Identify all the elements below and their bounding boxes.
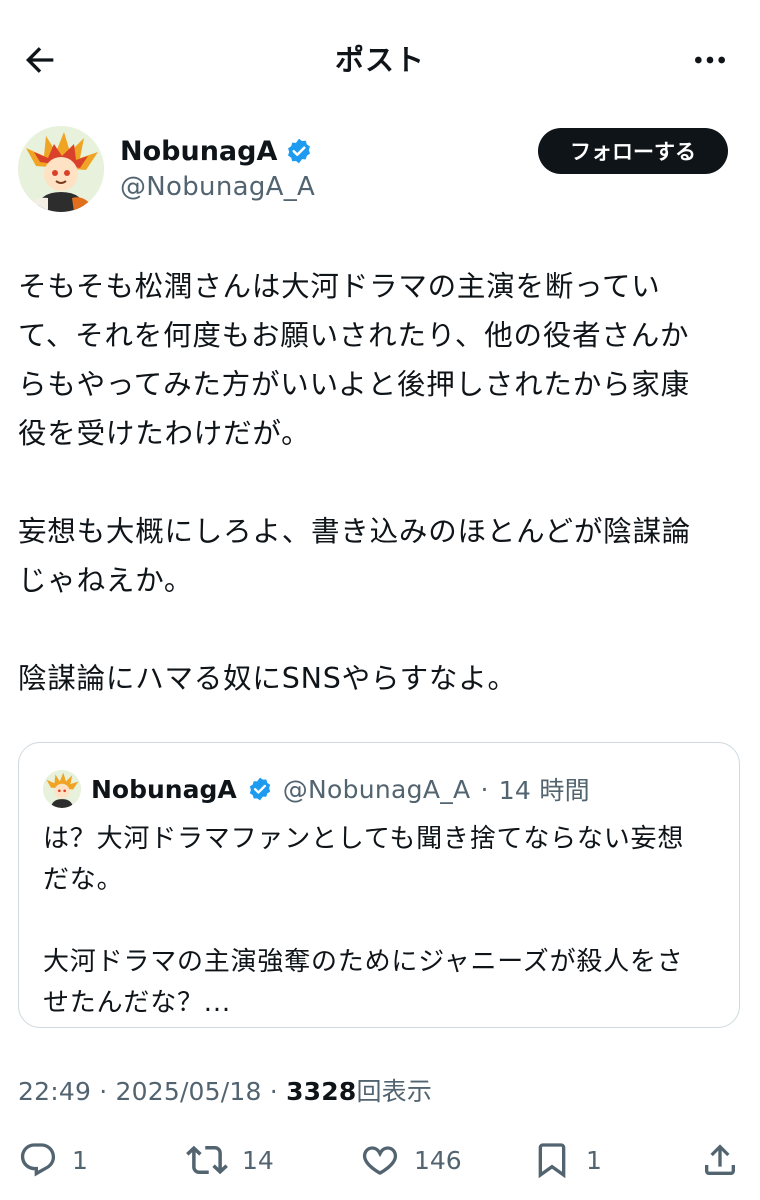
bookmark-button[interactable]: 1: [532, 1134, 602, 1186]
quoted-post-time: 14 時間: [498, 776, 590, 805]
more-options-button[interactable]: [688, 38, 732, 82]
author-handle[interactable]: @NobunagA_A: [120, 172, 315, 202]
views-count: 3328: [286, 1077, 357, 1106]
post-date[interactable]: 2025/05/18: [116, 1077, 262, 1106]
post-line: らもやってみた方がいいよと後押しされたから家康: [18, 368, 690, 401]
separator-dot: ·: [480, 774, 489, 804]
share-icon: [705, 1144, 735, 1175]
quoted-post-card[interactable]: NobunagA @NobunagA_A · 14 時間 は？大河ドラマファンと…: [18, 742, 740, 1028]
post-line: そもそも松潤さんは大河ドラマの主演を断ってい: [18, 270, 661, 303]
views-label: 回表示: [356, 1077, 433, 1106]
quote-line: だな。: [43, 865, 124, 895]
post-line: 妄想も大概にしろよ、書き込みのほとんどが陰謀論: [18, 515, 692, 548]
bookmark-count: 1: [586, 1145, 602, 1175]
author-name[interactable]: NobunagA: [120, 136, 277, 167]
repost-button[interactable]: 14: [186, 1134, 274, 1186]
like-count: 146: [414, 1145, 462, 1175]
top-bar: ポスト: [0, 0, 760, 118]
like-button[interactable]: 146: [360, 1134, 462, 1186]
reply-icon: [20, 1143, 56, 1177]
quote-line: 大河ドラマの主演強奪のためにジャニーズが殺人をさ: [43, 947, 684, 977]
repost-count: 14: [242, 1145, 274, 1175]
post-line: 役を受けたわけだが。: [18, 417, 311, 450]
post-time[interactable]: 22:49: [18, 1077, 91, 1106]
repost-icon: [186, 1145, 228, 1175]
post-line: て、それを何度もお願いされたり、他の役者さんか: [18, 319, 690, 352]
page-title: ポスト: [334, 43, 425, 77]
author-avatar[interactable]: [18, 126, 104, 212]
follow-button[interactable]: フォローする: [538, 128, 728, 174]
verified-badge-icon: [249, 777, 270, 801]
post-text: そもそも松潤さんは大河ドラマの主演を断ってい て、それを何度もお願いされたり、他…: [18, 262, 742, 703]
quote-line: せたんだな？...: [43, 988, 231, 1018]
separator-dot: ·: [99, 1077, 108, 1106]
more-horizontal-icon: [695, 56, 725, 64]
post-line: 陰謀論にハマる奴にSNSやらすなよ。: [18, 662, 517, 695]
quoted-post-text: は？大河ドラマファンとしても聞き捨てならない妄想 だな。 大河ドラマの主演強奪の…: [43, 819, 723, 1024]
post-line: じゃねえか。: [18, 564, 194, 597]
reply-button[interactable]: 1: [18, 1134, 88, 1186]
quoted-author-handle: @NobunagA_A: [282, 774, 471, 804]
action-bar: 1 14 146 1: [0, 1134, 760, 1186]
quote-line: は？大河ドラマファンとしても聞き捨てならない妄想: [43, 824, 685, 854]
quoted-author-avatar: [43, 770, 81, 808]
separator-dot: ·: [269, 1077, 278, 1106]
share-button[interactable]: [700, 1134, 740, 1186]
heart-icon: [362, 1146, 398, 1175]
avatar-image: [18, 126, 104, 212]
verified-badge-icon: [288, 138, 311, 164]
reply-count: 1: [72, 1145, 88, 1175]
quoted-post-header: NobunagA @NobunagA_A · 14 時間: [43, 769, 590, 809]
bookmark-icon: [538, 1143, 566, 1179]
quoted-author-name: NobunagA: [91, 774, 237, 804]
post-meta: 22:49 · 2025/05/18 · 3328回表示: [18, 1072, 432, 1108]
author-name-row: NobunagA: [120, 132, 313, 170]
